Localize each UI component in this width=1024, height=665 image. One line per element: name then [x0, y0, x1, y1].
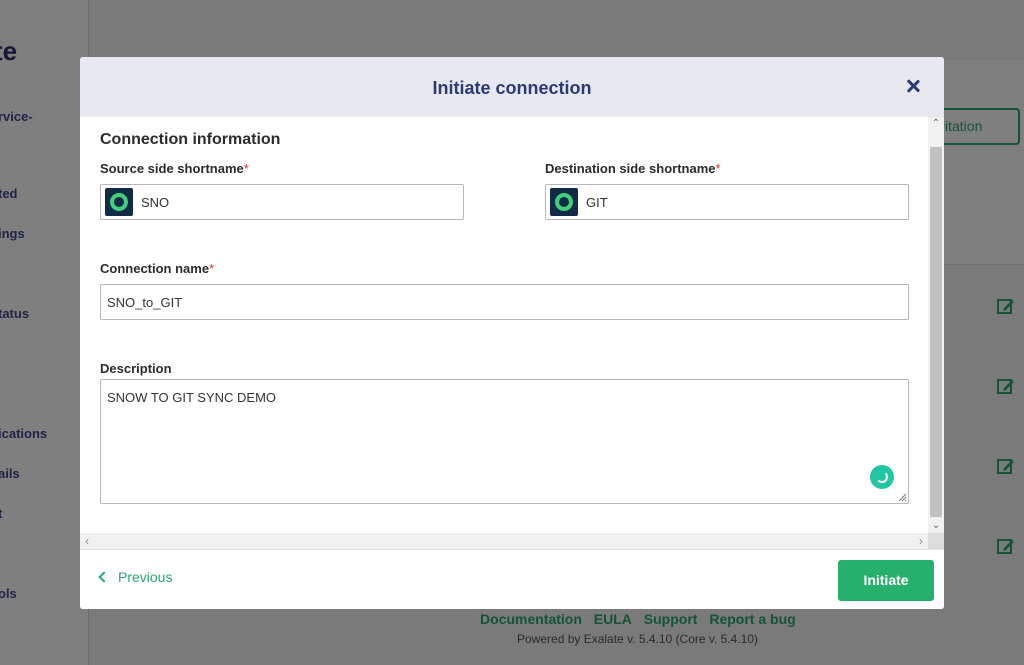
scrollbar-thumb[interactable]	[930, 147, 942, 517]
modal-body: Connection information Source side short…	[80, 117, 944, 549]
section-title: Connection information	[100, 131, 281, 148]
close-icon[interactable]	[906, 79, 920, 93]
vertical-scrollbar[interactable]: ⌃ ⌄	[928, 117, 944, 533]
destination-label-text: Destination side shortname	[545, 161, 716, 176]
scrollbar-corner	[928, 533, 944, 549]
modal-footer: Previous Initiate	[80, 549, 944, 609]
destination-shortname-label: Destination side shortname*	[545, 161, 721, 176]
source-label-text: Source side shortname	[100, 161, 244, 176]
connection-name-value: SNO_to_GIT	[107, 295, 183, 310]
required-mark: *	[715, 161, 721, 176]
initiate-button[interactable]: Initiate	[838, 560, 934, 601]
scroll-right-arrow-icon[interactable]: ›	[914, 533, 928, 549]
modal-header: Initiate connection	[80, 57, 944, 117]
destination-shortname-value: GIT	[586, 195, 608, 210]
connection-name-label: Connection name*	[100, 261, 214, 276]
previous-button[interactable]: Previous	[98, 569, 173, 585]
description-label: Description	[100, 361, 172, 376]
horizontal-scrollbar[interactable]: ‹ ›	[80, 533, 928, 549]
connection-name-label-text: Connection name	[100, 261, 210, 276]
scroll-left-arrow-icon[interactable]: ‹	[80, 533, 94, 549]
required-mark: *	[243, 161, 249, 176]
initiate-connection-modal: Initiate connection Connection informati…	[80, 57, 944, 609]
modal-title: Initiate connection	[432, 78, 592, 98]
chevron-left-icon	[98, 571, 110, 583]
scroll-up-arrow-icon[interactable]: ⌃	[928, 117, 944, 131]
connection-name-input[interactable]: SNO_to_GIT	[100, 284, 909, 320]
scroll-down-arrow-icon[interactable]: ⌄	[928, 519, 944, 533]
destination-shortname-field[interactable]: GIT	[545, 184, 909, 220]
required-mark: *	[209, 261, 215, 276]
resize-grip-icon[interactable]	[898, 493, 907, 502]
description-value: SNOW TO GIT SYNC DEMO	[107, 390, 277, 405]
source-shortname-label: Source side shortname*	[100, 161, 249, 176]
previous-label: Previous	[118, 569, 173, 585]
exalate-node-icon	[105, 188, 133, 216]
source-shortname-value: SNO	[141, 195, 170, 210]
form-content: Connection information Source side short…	[80, 117, 928, 533]
source-shortname-field[interactable]: SNO	[100, 184, 464, 220]
description-textarea[interactable]: SNOW TO GIT SYNC DEMO	[100, 379, 909, 504]
exalate-node-icon	[550, 188, 578, 216]
loading-spinner-icon	[870, 465, 894, 489]
